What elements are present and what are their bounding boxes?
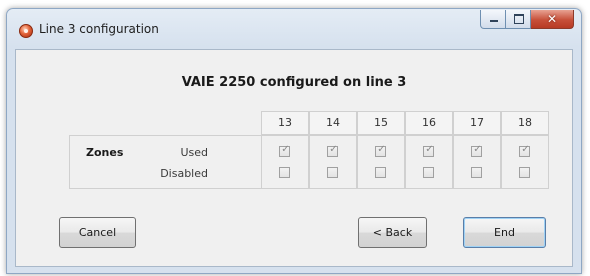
disabled-checkbox-17[interactable]: [471, 167, 482, 178]
config-heading: VAIE 2250 configured on line 3: [181, 75, 407, 90]
zone-grid: Zones Used Disabled ✓ ✓ ✓ ✓ ✓ ✓ 13 14 15 16 17 18: [69, 111, 549, 189]
caption-buttons: ✕: [480, 10, 574, 29]
check-icon: ✓: [521, 144, 530, 155]
zone-header-14: 14: [309, 111, 357, 135]
used-checkbox-17[interactable]: ✓: [471, 144, 482, 157]
zone-column-13: ✓: [261, 136, 309, 188]
row-label-disabled: Disabled: [160, 167, 208, 180]
maximize-button[interactable]: [506, 10, 531, 29]
used-checkbox-16[interactable]: ✓: [423, 144, 434, 157]
zone-column-17: ✓: [453, 136, 501, 188]
maximize-icon: [514, 14, 524, 24]
end-button[interactable]: End: [463, 217, 546, 248]
zone-header-17: 17: [453, 111, 501, 135]
check-icon: ✓: [329, 144, 338, 155]
disabled-checkbox-16[interactable]: [423, 167, 434, 178]
check-icon: ✓: [377, 144, 386, 155]
used-checkbox-15[interactable]: ✓: [375, 144, 386, 157]
dialog-content: VAIE 2250 configured on line 3 Zones Use…: [15, 49, 573, 267]
zone-header-16: 16: [405, 111, 453, 135]
used-checkbox-13[interactable]: ✓: [279, 144, 290, 157]
zone-column-16: ✓: [405, 136, 453, 188]
zone-column-18: ✓: [501, 136, 549, 188]
title-bar[interactable]: Line 3 configuration ✕: [7, 9, 581, 49]
disabled-checkbox-15[interactable]: [375, 167, 386, 178]
check-icon: ✓: [473, 144, 482, 155]
dialog-window: Line 3 configuration ✕ VAIE 2250 configu…: [6, 8, 582, 274]
disabled-checkbox-14[interactable]: [327, 167, 338, 178]
zone-column-15: ✓: [357, 136, 405, 188]
zone-grid-body: Zones Used Disabled ✓ ✓ ✓ ✓ ✓ ✓: [69, 135, 549, 189]
zone-header-13: 13: [261, 111, 309, 135]
close-button[interactable]: ✕: [531, 10, 574, 29]
used-checkbox-14[interactable]: ✓: [327, 144, 338, 157]
window-title: Line 3 configuration: [39, 22, 159, 36]
check-icon: ✓: [281, 144, 290, 155]
minimize-icon: [490, 20, 498, 22]
disabled-checkbox-13[interactable]: [279, 167, 290, 178]
zone-column-14: ✓: [309, 136, 357, 188]
minimize-button[interactable]: [480, 10, 506, 29]
row-label-used: Used: [180, 146, 208, 159]
zone-header-15: 15: [357, 111, 405, 135]
close-icon: ✕: [546, 12, 558, 26]
app-icon: [19, 24, 33, 38]
disabled-checkbox-18[interactable]: [519, 167, 530, 178]
check-icon: ✓: [425, 144, 434, 155]
cancel-button[interactable]: Cancel: [59, 217, 136, 248]
used-checkbox-18[interactable]: ✓: [519, 144, 530, 157]
back-button[interactable]: < Back: [358, 217, 427, 248]
zone-header-18: 18: [501, 111, 549, 135]
zones-label: Zones: [86, 146, 124, 159]
